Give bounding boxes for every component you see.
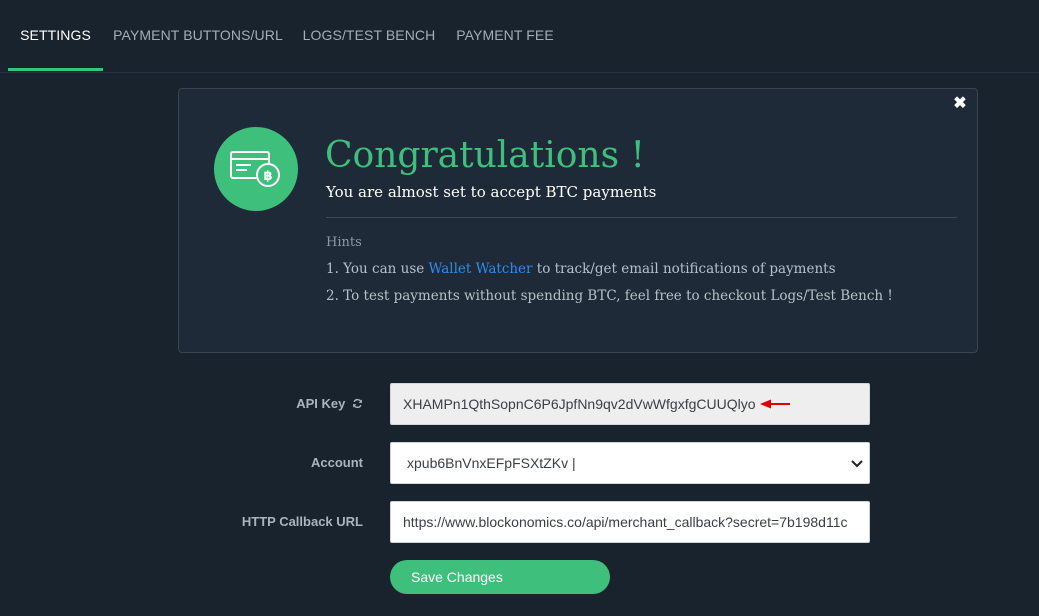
annotation-arrow-icon xyxy=(759,399,790,409)
api-key-label: API Key xyxy=(180,396,363,411)
tab-bar: SETTINGS PAYMENT BUTTONS/URL LOGS/TEST B… xyxy=(0,0,1039,73)
tab-label: SETTINGS xyxy=(20,27,91,43)
hint-wallet-watcher: 1. You can use Wallet Watcher to track/g… xyxy=(326,261,836,277)
congratulations-title: Congratulations ! xyxy=(325,135,645,176)
account-select[interactable]: xpub6BnVnxEFpFSXtZKv | xyxy=(390,442,870,484)
hints-heading: Hints xyxy=(326,235,362,250)
card-bitcoin-icon: ฿ xyxy=(214,127,298,211)
api-key-label-text: API Key xyxy=(296,396,346,411)
api-key-value: XHAMPn1QthSopnC6P6JpfNn9qv2dVwWfgxfgCUUQ… xyxy=(403,396,756,412)
callback-url-input[interactable]: https://www.blockonomics.co/api/merchant… xyxy=(390,501,870,543)
tab-label: PAYMENT BUTTONS/URL xyxy=(113,27,283,43)
close-icon[interactable]: ✖ xyxy=(951,95,969,113)
tab-settings[interactable]: SETTINGS xyxy=(8,0,103,71)
chevron-down-icon xyxy=(851,460,863,468)
svg-text:฿: ฿ xyxy=(263,169,272,184)
account-label: Account xyxy=(311,455,363,470)
tab-payment-buttons[interactable]: PAYMENT BUTTONS/URL xyxy=(106,0,290,70)
tab-label: PAYMENT FEE xyxy=(456,27,554,43)
hint-test-bench: 2. To test payments without spending BTC… xyxy=(326,288,893,304)
callback-url-value: https://www.blockonomics.co/api/merchant… xyxy=(403,514,848,530)
refresh-icon[interactable] xyxy=(352,396,363,411)
save-changes-button[interactable]: Save Changes xyxy=(390,560,610,594)
account-value: xpub6BnVnxEFpFSXtZKv | xyxy=(407,455,576,471)
api-key-field[interactable]: XHAMPn1QthSopnC6P6JpfNn9qv2dVwWfgxfgCUUQ… xyxy=(390,383,870,425)
tab-logs-test-bench[interactable]: LOGS/TEST BENCH xyxy=(296,0,442,70)
tab-payment-fee[interactable]: PAYMENT FEE xyxy=(448,0,562,70)
congratulations-card: ✖ ฿ Congratulations ! You are almost set… xyxy=(178,88,978,353)
callback-url-label: HTTP Callback URL xyxy=(241,514,363,529)
wallet-watcher-link[interactable]: Wallet Watcher xyxy=(429,261,533,277)
active-tab-indicator xyxy=(8,68,103,71)
congratulations-subtitle: You are almost set to accept BTC payment… xyxy=(326,183,657,201)
divider xyxy=(326,217,957,218)
hint-text: 1. You can use xyxy=(326,261,429,277)
tab-label: LOGS/TEST BENCH xyxy=(302,27,436,43)
hint-text: to track/get email notifications of paym… xyxy=(532,261,836,277)
